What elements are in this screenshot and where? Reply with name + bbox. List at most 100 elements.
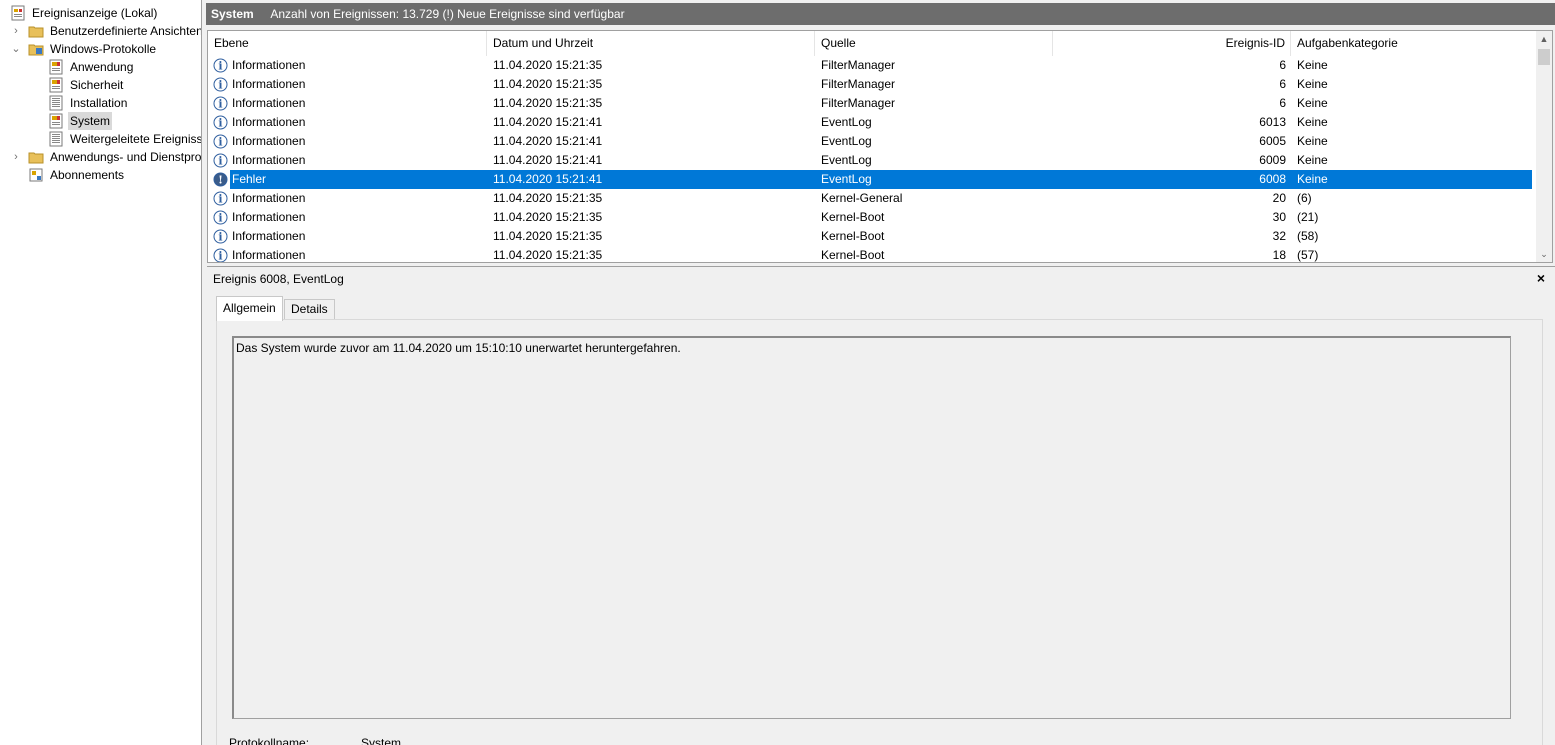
svg-text:i: i [218, 250, 222, 263]
cell-datetime: 11.04.2020 15:21:41 [493, 134, 603, 148]
cell-source: EventLog [821, 134, 872, 148]
cell-event-id: 6 [1279, 58, 1286, 72]
tree-item-label: Abonnements [50, 168, 125, 182]
cell-category: (21) [1297, 210, 1319, 224]
cell-category: Keine [1297, 96, 1328, 110]
column-header-source[interactable]: Quelle [815, 31, 1053, 56]
cell-category: (58) [1297, 229, 1319, 243]
info-icon: i [213, 191, 228, 206]
tree-item-label: Installation [70, 96, 128, 110]
tree-item-windows-logs[interactable]: ⌄ Windows-Protokolle [10, 40, 158, 58]
cell-source: FilterManager [821, 96, 896, 110]
vertical-scrollbar[interactable]: ▲ ⌄ [1536, 31, 1552, 262]
cell-level: Informationen [232, 58, 306, 72]
cell-level: Informationen [232, 77, 306, 91]
protocol-name-value: System [361, 736, 402, 745]
event-detail-pane: Ereignis 6008, EventLog × Allgemein Deta… [207, 266, 1555, 745]
cell-level: Informationen [232, 134, 306, 148]
svg-text:i: i [218, 231, 222, 244]
cell-datetime: 11.04.2020 15:21:41 [493, 153, 603, 167]
table-row[interactable]: i Informationen 11.04.2020 15:21:35 Kernel-… [208, 208, 1532, 227]
close-icon[interactable]: × [1537, 269, 1545, 287]
cell-source: FilterManager [821, 77, 896, 91]
tree-root[interactable]: Ereignisanzeige (Lokal) [10, 4, 159, 22]
cell-source: Kernel-Boot [821, 248, 885, 262]
cell-level: Informationen [232, 229, 306, 243]
info-icon: i [213, 96, 228, 111]
cell-event-id: 6005 [1259, 134, 1286, 148]
event-viewer-icon [11, 5, 25, 21]
tab-details[interactable]: Details [284, 299, 335, 320]
info-icon: i [213, 58, 228, 73]
general-tab-panel: Das System wurde zuvor am 11.04.2020 um … [216, 319, 1543, 745]
table-row[interactable]: ! Fehler 11.04.2020 15:21:41 EventLog 6008 Ke… [208, 170, 1532, 189]
cell-event-id: 6 [1279, 77, 1286, 91]
scroll-down-icon[interactable]: ⌄ [1536, 246, 1552, 262]
cell-datetime: 11.04.2020 15:21:35 [493, 96, 603, 110]
cell-datetime: 11.04.2020 15:21:35 [493, 58, 603, 72]
table-row[interactable]: i Informationen 11.04.2020 15:21:35 FilterM… [208, 56, 1532, 75]
tree-item-label: Weitergeleitete Ereignisse [70, 132, 202, 146]
table-row[interactable]: i Informationen 11.04.2020 15:21:35 FilterM… [208, 75, 1532, 94]
tree-item-log-system[interactable]: System [48, 112, 113, 130]
log-icon [49, 77, 63, 93]
log-icon [49, 59, 63, 75]
column-header-event-id[interactable]: Ereignis-ID [1053, 31, 1291, 56]
info-icon: i [213, 134, 228, 149]
cell-source: EventLog [821, 115, 872, 129]
tree-item-log-setup[interactable]: Installation [48, 94, 129, 112]
tree-item-subscriptions[interactable]: Abonnements [28, 166, 126, 184]
event-message-box[interactable]: Das System wurde zuvor am 11.04.2020 um … [232, 336, 1511, 719]
table-row[interactable]: i Informationen 11.04.2020 15:21:41 EventLo… [208, 113, 1532, 132]
tree-item-app-services[interactable]: › Anwendungs- und Dienstprotokolle [10, 148, 201, 166]
column-header-level[interactable]: Ebene [208, 31, 487, 56]
svg-text:i: i [218, 136, 222, 149]
info-icon: i [213, 153, 228, 168]
table-row[interactable]: i Informationen 11.04.2020 15:21:35 FilterM… [208, 94, 1532, 113]
tree-item-label: System [68, 112, 113, 130]
event-list[interactable]: Ebene Datum und Uhrzeit Quelle Ereignis-… [207, 30, 1553, 263]
tree-item-label: Benutzerdefinierte Ansichten [50, 24, 202, 38]
log-icon [49, 113, 63, 129]
chevron-right-icon[interactable]: › [10, 148, 22, 166]
tree-root-label: Ereignisanzeige (Lokal) [32, 6, 158, 20]
info-icon: i [213, 77, 228, 92]
svg-text:i: i [218, 155, 222, 168]
scroll-up-icon[interactable]: ▲ [1536, 31, 1552, 47]
tree-item-log-forwarded[interactable]: Weitergeleitete Ereignisse [48, 130, 202, 148]
cell-event-id: 6008 [1053, 170, 1291, 189]
tree-item-log-application[interactable]: Anwendung [48, 58, 135, 76]
cell-datetime: 11.04.2020 15:21:41 [493, 115, 603, 129]
chevron-right-icon[interactable]: › [10, 22, 22, 40]
column-header-row: Ebene Datum und Uhrzeit Quelle Ereignis-… [208, 31, 1536, 56]
tree-item-label: Windows-Protokolle [50, 42, 157, 56]
subscription-icon [29, 168, 43, 182]
error-icon: ! [213, 172, 228, 187]
table-row[interactable]: i Informationen 11.04.2020 15:21:35 Kernel-… [208, 189, 1532, 208]
tree-item-log-security[interactable]: Sicherheit [48, 76, 125, 94]
scrollbar-thumb[interactable] [1538, 49, 1550, 65]
cell-level: Informationen [232, 153, 306, 167]
cell-datetime: 11.04.2020 15:21:35 [493, 77, 603, 91]
column-header-datetime[interactable]: Datum und Uhrzeit [487, 31, 815, 56]
cell-source: Kernel-Boot [821, 229, 885, 243]
table-row[interactable]: i Informationen 11.04.2020 15:21:35 Kernel-… [208, 227, 1532, 246]
cell-source: FilterManager [821, 58, 896, 72]
tree-item-custom-views[interactable]: › Benutzerdefinierte Ansichten [10, 22, 202, 40]
table-row[interactable]: i Informationen 11.04.2020 15:21:41 EventLo… [208, 132, 1532, 151]
log-header-bar: System Anzahl von Ereignissen: 13.729 (!… [206, 3, 1555, 25]
tab-general[interactable]: Allgemein [216, 296, 283, 321]
chevron-down-icon[interactable]: ⌄ [10, 40, 22, 58]
cell-source: Kernel-General [821, 191, 903, 205]
cell-category: Keine [1291, 170, 1532, 189]
table-row[interactable]: i Informationen 11.04.2020 15:21:41 EventLo… [208, 151, 1532, 170]
log-title: System [211, 7, 254, 21]
cell-category: Keine [1297, 153, 1328, 167]
column-header-category[interactable]: Aufgabenkategorie [1291, 31, 1538, 56]
navigation-tree[interactable]: Ereignisanzeige (Lokal) › Benutzerdefini… [0, 0, 202, 745]
cell-category: Keine [1297, 134, 1328, 148]
svg-text:i: i [218, 98, 222, 111]
info-icon: i [213, 248, 228, 263]
table-row[interactable]: i Informationen 11.04.2020 15:21:35 Kernel-… [208, 246, 1532, 263]
detail-title: Ereignis 6008, EventLog [213, 272, 344, 286]
